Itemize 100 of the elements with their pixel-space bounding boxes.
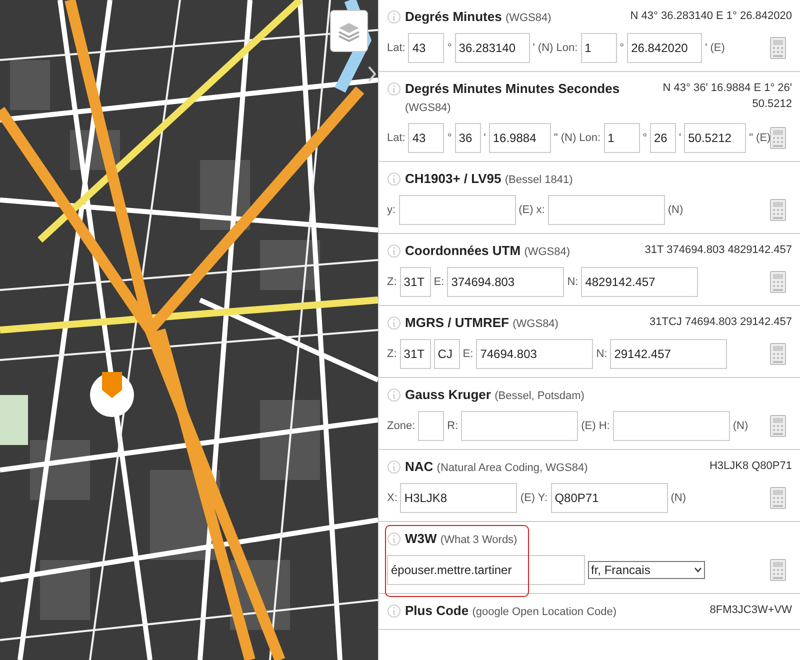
chevron-right-icon[interactable] bbox=[368, 66, 376, 82]
field-label: N: bbox=[567, 274, 578, 290]
section-subtitle: (Bessel, Potsdam) bbox=[494, 390, 584, 402]
field-label: Z: bbox=[387, 274, 397, 290]
street-map-drawing[interactable] bbox=[0, 0, 378, 660]
section-subtitle: (google Open Location Code) bbox=[472, 606, 617, 618]
input-field[interactable]: 1 bbox=[580, 33, 617, 63]
info-icon[interactable] bbox=[387, 460, 401, 474]
coordinate-summary: 31T 374694.803 4829142.457 bbox=[644, 243, 792, 258]
coordinate-summary: N 43° 36' 16.9884 E 1° 26' 50.5212 bbox=[662, 81, 792, 112]
section-subtitle: (WGS84) bbox=[405, 102, 451, 114]
section-title: Coordonnées UTM bbox=[405, 243, 521, 258]
field-label: (E) x: bbox=[518, 202, 545, 218]
input-field[interactable]: 36 bbox=[454, 123, 481, 153]
input-field[interactable]: CJ bbox=[434, 339, 460, 369]
field-label: ' bbox=[484, 130, 486, 146]
field-label: (E) H: bbox=[581, 418, 610, 434]
section-subtitle: (What 3 Words) bbox=[440, 534, 518, 546]
field-label: ' bbox=[678, 130, 682, 146]
info-icon[interactable] bbox=[387, 532, 401, 546]
input-field[interactable] bbox=[461, 411, 578, 441]
field-label: N: bbox=[596, 346, 608, 362]
section-subtitle: (WGS84) bbox=[512, 318, 558, 330]
section-subtitle: (Natural Area Coding, WGS84) bbox=[436, 462, 588, 474]
input-field[interactable]: 50.5212 bbox=[684, 123, 746, 153]
info-icon[interactable] bbox=[387, 10, 401, 24]
field-label: ° bbox=[447, 40, 452, 56]
field-label: " (E) bbox=[749, 130, 771, 146]
section-subtitle: (WGS84) bbox=[524, 246, 570, 258]
input-field[interactable]: 43 bbox=[408, 123, 444, 153]
input-field[interactable] bbox=[548, 195, 665, 225]
field-label: ° bbox=[620, 40, 624, 56]
coordinate-summary: 31TCJ 74694.803 29142.457 bbox=[649, 315, 792, 330]
input-field[interactable]: 16.9884 bbox=[488, 123, 551, 153]
section-title: W3W bbox=[405, 531, 437, 546]
input-field[interactable]: 374694.803 bbox=[447, 267, 564, 297]
field-label: X: bbox=[387, 490, 398, 506]
field-label: y: bbox=[387, 202, 396, 218]
field-label: E: bbox=[462, 346, 474, 362]
calculator-icon[interactable] bbox=[770, 487, 786, 509]
section-title: Plus Code bbox=[405, 603, 469, 618]
field-label: (N) bbox=[668, 202, 684, 218]
section-title: Gauss Kruger bbox=[405, 387, 491, 402]
info-icon[interactable] bbox=[387, 388, 401, 402]
field-label: ° bbox=[447, 130, 452, 146]
section-title: MGRS / UTMREF bbox=[405, 315, 509, 330]
input-field[interactable] bbox=[398, 195, 516, 225]
section-title: NAC bbox=[405, 459, 434, 474]
field-label: ° bbox=[642, 130, 647, 146]
input-field[interactable]: 26 bbox=[650, 123, 676, 153]
input-field[interactable]: 36.283140 bbox=[454, 33, 530, 63]
field-label: (N) bbox=[670, 490, 686, 506]
calculator-icon[interactable] bbox=[770, 415, 786, 437]
input-field[interactable]: 4829142.457 bbox=[581, 267, 698, 297]
field-label: Lat: bbox=[387, 130, 406, 146]
section-subtitle: (Bessel 1841) bbox=[504, 174, 573, 186]
section-title: CH1903+ / LV95 bbox=[405, 171, 502, 186]
input-field[interactable]: 31T bbox=[400, 339, 431, 369]
field-label: Z: bbox=[387, 346, 397, 362]
coordinate-summary: 8FM3JC3W+VW bbox=[710, 603, 792, 618]
input-field[interactable]: 29142.457 bbox=[610, 339, 728, 369]
field-label: Zone: bbox=[387, 418, 416, 434]
calculator-icon[interactable] bbox=[770, 271, 786, 293]
field-label: (E) Y: bbox=[520, 490, 548, 506]
input-field[interactable]: 1 bbox=[604, 123, 640, 153]
language-select[interactable]: fr, Francais bbox=[588, 561, 705, 579]
input-field[interactable]: H3LJK8 bbox=[400, 483, 518, 513]
input-field[interactable]: 74694.803 bbox=[476, 339, 594, 369]
field-label: E: bbox=[434, 274, 444, 290]
info-icon[interactable] bbox=[387, 316, 401, 330]
info-icon[interactable] bbox=[387, 82, 401, 96]
section-title: Degrés Minutes bbox=[405, 9, 502, 24]
field-label: R: bbox=[447, 418, 458, 434]
calculator-icon[interactable] bbox=[770, 559, 786, 581]
input-field[interactable]: 26.842020 bbox=[627, 33, 702, 63]
input-field[interactable]: 31T bbox=[400, 267, 431, 297]
section-subtitle: (WGS84) bbox=[505, 12, 552, 24]
input-field[interactable]: Q80P71 bbox=[550, 483, 668, 513]
field-label: ' (N) Lon: bbox=[532, 40, 578, 56]
layers-button[interactable] bbox=[330, 10, 368, 52]
input-field[interactable] bbox=[418, 411, 444, 441]
field-label: " (N) Lon: bbox=[554, 130, 601, 146]
map-marker-icon[interactable] bbox=[102, 372, 122, 398]
calculator-icon[interactable] bbox=[770, 199, 786, 221]
field-label: Lat: bbox=[387, 40, 406, 56]
calculator-icon[interactable] bbox=[770, 37, 786, 59]
input-field[interactable] bbox=[612, 411, 730, 441]
calculator-icon[interactable] bbox=[770, 127, 786, 149]
calculator-icon[interactable] bbox=[770, 343, 786, 365]
coordinate-summary: N 43° 36.283140 E 1° 26.842020 bbox=[630, 9, 792, 24]
section-title: Degrés Minutes Minutes Secondes bbox=[405, 81, 620, 96]
info-icon[interactable] bbox=[387, 172, 401, 186]
info-icon[interactable] bbox=[387, 604, 401, 618]
input-field[interactable]: épouser.mettre.tartiner bbox=[387, 555, 585, 585]
caret-icon bbox=[694, 567, 702, 573]
field-label: ' (E) bbox=[705, 40, 725, 56]
input-field[interactable]: 43 bbox=[408, 33, 444, 63]
info-icon[interactable] bbox=[387, 244, 401, 258]
field-label: (N) bbox=[732, 418, 748, 434]
coordinate-summary: H3LJK8 Q80P71 bbox=[709, 459, 792, 474]
